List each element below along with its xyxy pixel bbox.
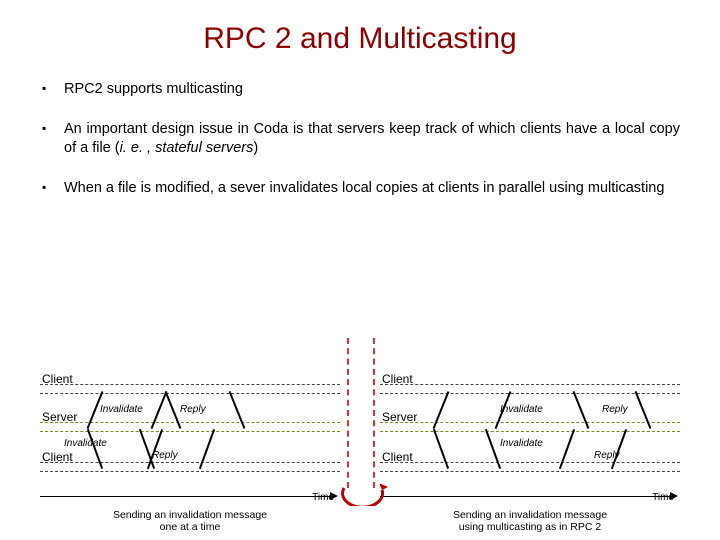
- left-caption-line1: Sending an invalidation message: [113, 509, 267, 521]
- bullet-2-after: ): [253, 140, 258, 156]
- left-caption: Sending an invalidation message one at a…: [40, 509, 340, 534]
- bullet-1-text: RPC2 supports multicasting: [64, 81, 243, 97]
- bullet-3-text: When a file is modified, a sever invalid…: [64, 180, 664, 196]
- left-client2-lane: [40, 462, 340, 472]
- right-caption: Sending an invalidation message using mu…: [380, 509, 680, 534]
- right-invalidate2: Invalidate: [500, 438, 543, 449]
- diagram-right: Client Server Client Invalidate Reply In…: [380, 372, 680, 534]
- bullet-2-italic: i. e. , stateful servers: [120, 140, 254, 156]
- right-invalidate1: Invalidate: [500, 404, 543, 415]
- transition-arrow-icon: [340, 484, 388, 504]
- right-time-axis: [380, 490, 680, 504]
- bullet-1: RPC2 supports multicasting: [40, 80, 680, 100]
- left-reply1: Reply: [180, 404, 206, 415]
- right-caption-line1: Sending an invalidation message: [453, 509, 607, 521]
- right-client2-lane: [380, 462, 680, 472]
- left-server-lane: [40, 422, 340, 432]
- right-reply1: Reply: [602, 404, 628, 415]
- left-reply2: Reply: [152, 450, 178, 461]
- bullet-3: When a file is modified, a sever invalid…: [40, 179, 680, 199]
- left-client1-lane: [40, 384, 340, 394]
- bullet-2: An important design issue in Coda is tha…: [40, 120, 680, 159]
- left-caption-line2: one at a time: [160, 521, 221, 533]
- left-invalidate1: Invalidate: [100, 404, 143, 415]
- slide-title: RPC 2 and Multicasting: [40, 22, 680, 56]
- right-server-lane: [380, 422, 680, 432]
- left-invalidate2: Invalidate: [64, 438, 107, 449]
- right-caption-line2: using multicasting as in RPC 2: [459, 521, 601, 533]
- left-time-axis: [40, 490, 340, 504]
- diagram-left: Client Server Client Invalidate Reply In…: [40, 372, 340, 534]
